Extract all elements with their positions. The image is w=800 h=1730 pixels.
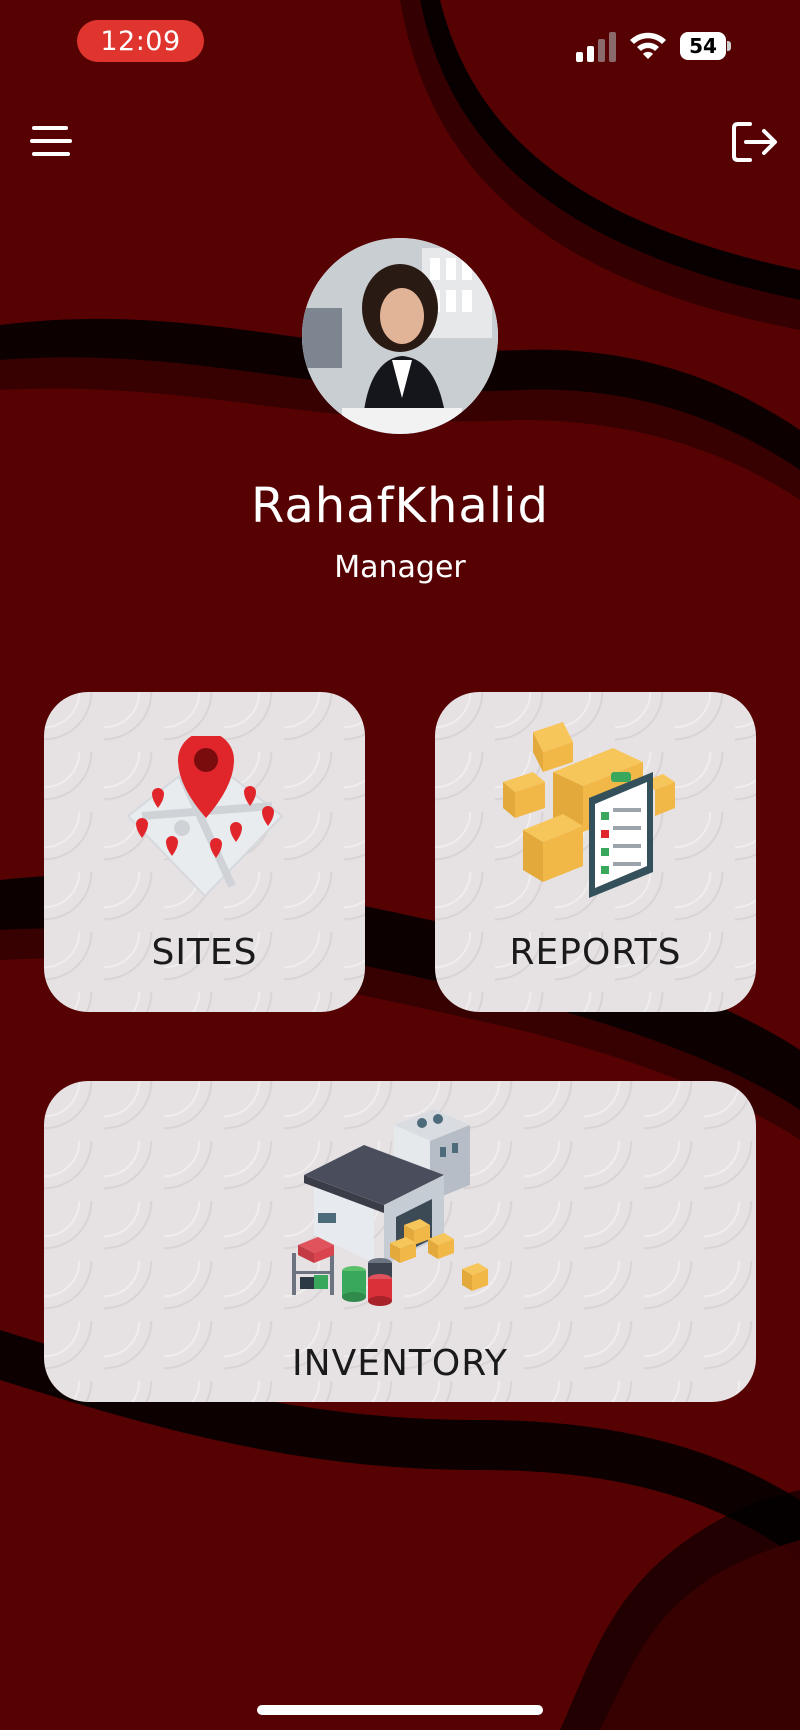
user-name: RahafKhalid (251, 478, 549, 534)
sites-label: SITES (151, 932, 258, 973)
reports-clipboard-icon (503, 722, 675, 898)
cellular-signal-icon (576, 32, 616, 62)
user-role: Manager (334, 550, 466, 585)
battery-indicator: 54 (680, 32, 732, 60)
avatar-photo (302, 238, 498, 434)
battery-level: 54 (680, 32, 726, 60)
status-time: 12:09 (77, 20, 204, 62)
hamburger-menu-icon[interactable] (28, 120, 76, 164)
reports-tile[interactable]: REPORTS (435, 692, 756, 1012)
wifi-icon (630, 32, 666, 59)
logout-icon[interactable] (730, 120, 780, 164)
map-pin-icon (126, 736, 284, 898)
reports-label: REPORTS (509, 932, 682, 973)
avatar[interactable] (302, 238, 498, 434)
inventory-label: INVENTORY (292, 1343, 508, 1384)
sites-tile[interactable]: SITES (44, 692, 365, 1012)
warehouse-icon (292, 1109, 488, 1306)
inventory-tile[interactable]: INVENTORY (44, 1081, 756, 1402)
battery-tip (727, 41, 731, 51)
home-indicator[interactable] (257, 1705, 543, 1715)
